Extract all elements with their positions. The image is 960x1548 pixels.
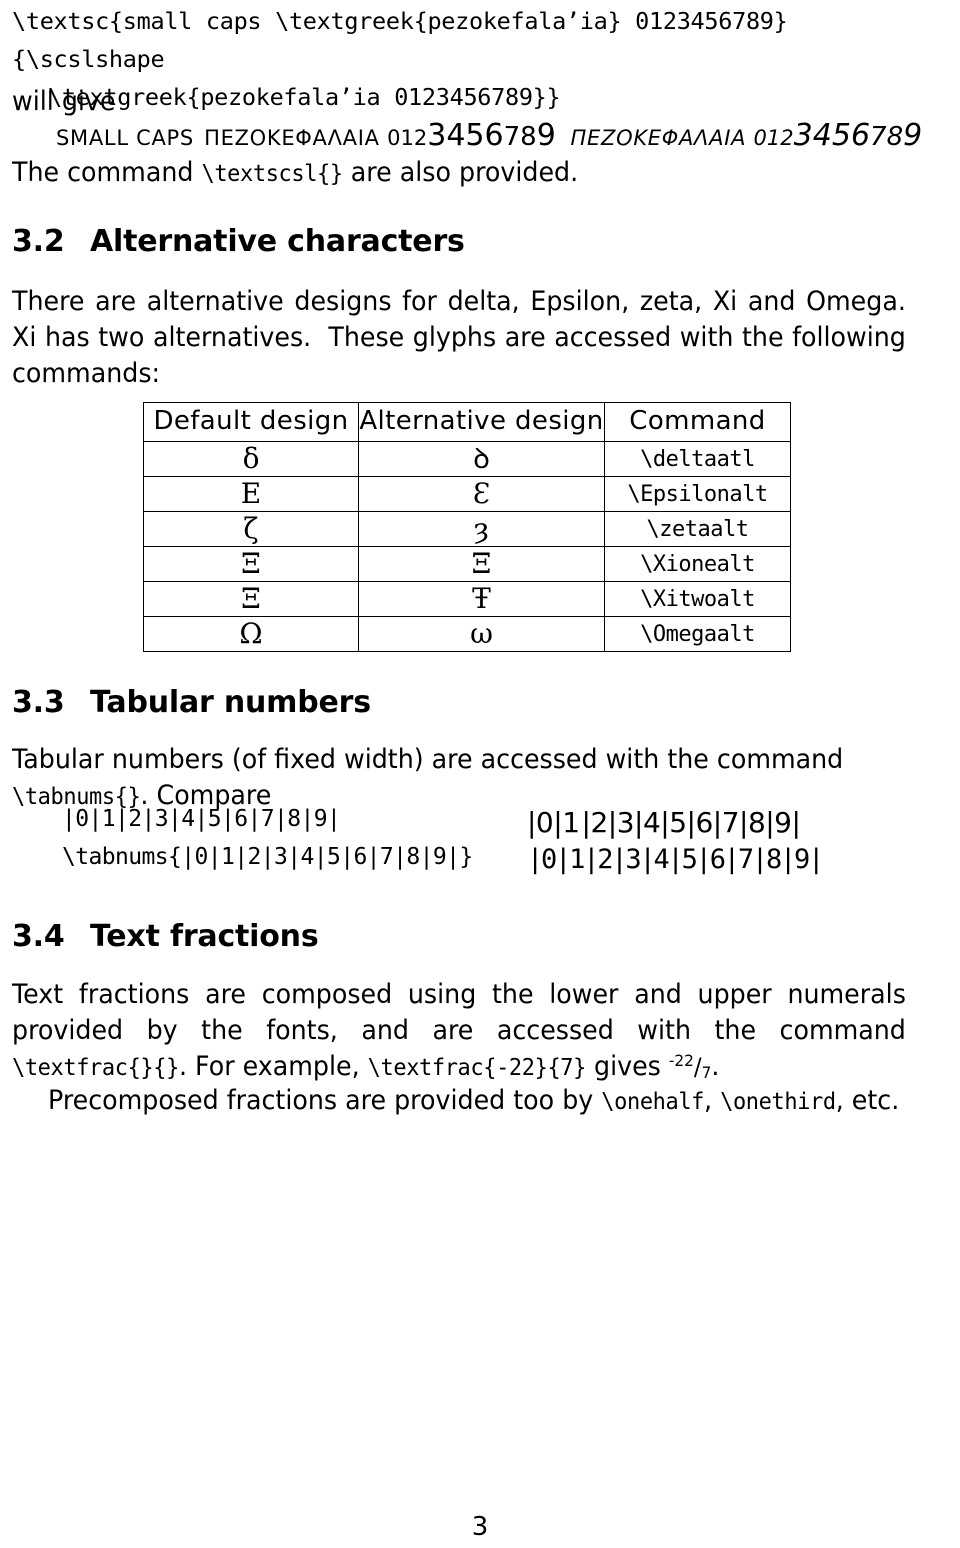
textfrac-text-c: gives	[585, 1051, 669, 1083]
onehalf-command: \onehalf	[601, 1089, 705, 1115]
tabular-numbers-demo-row-2: \tabnums{|0|1|2|3|4|5|6|7|8|9|} |0|1|2|3…	[0, 844, 960, 884]
heading-3-4-number: 3.4	[12, 919, 65, 954]
tabnums-text-before: Tabular numbers (of fixed width) are acc…	[12, 744, 852, 775]
glyph-table-header-default: Default design	[143, 402, 359, 442]
glyph-command: \Omegaalt	[604, 616, 791, 652]
precomposed-text-c: , etc.	[835, 1085, 900, 1116]
numbers-source-tabnums: \tabnums{|0|1|2|3|4|5|6|7|8|9|}	[62, 844, 473, 870]
table-row: Ξ Ŧ \Xitwoalt	[143, 581, 791, 617]
glyph-table: Default design Alternative design Comman…	[143, 402, 791, 652]
textfrac-text-d: .	[711, 1051, 720, 1083]
paragraph-text-fractions-1: Text fractions are composed using the lo…	[12, 977, 906, 1085]
textfrac-command-example: \textfrac{-22}{7}	[367, 1055, 587, 1082]
textfrac-command-generic: \textfrac{}{}	[12, 1055, 179, 1082]
glyph-alternative: ꝺ	[358, 441, 605, 477]
heading-3-2-number: 3.2	[12, 224, 65, 259]
precomposed-text-a: Precomposed fractions are provided too b…	[48, 1085, 602, 1116]
paragraph-alternative-characters: There are alternative designs for delta,…	[12, 286, 914, 390]
glyph-table-header-command: Command	[604, 402, 791, 442]
glyph-command: \Xitwoalt	[604, 581, 791, 617]
textscsl-note-before: The command	[12, 157, 202, 188]
smallcaps-sample-digits: 0123456789	[387, 118, 556, 153]
fraction-denominator: 7	[701, 1063, 712, 1083]
tabular-numbers-demo: |0|1|2|3|4|5|6|7|8|9| |0|1|2|3|4|5|6|7|8…	[0, 806, 960, 888]
page-number: 3	[471, 1512, 489, 1542]
glyph-default: δ	[143, 441, 359, 477]
heading-3-3: 3.3 Tabular numbers	[12, 683, 712, 723]
glyph-table-head: Default design Alternative design Comman…	[143, 402, 791, 442]
glyph-table-header-row: Default design Alternative design Comman…	[143, 402, 791, 442]
heading-3-4-title: Text fractions	[90, 919, 319, 954]
smallcaps-sample-digits-slanted: 0123456789	[753, 118, 923, 153]
glyph-command: \deltaatl	[604, 441, 791, 477]
document-page: \textsc{small caps \textgreek{pezokefala…	[0, 0, 960, 1548]
glyph-command: \zetaalt	[604, 511, 791, 547]
precomposed-text-b: ,	[704, 1085, 721, 1116]
heading-3-3-title: Tabular numbers	[90, 685, 371, 720]
heading-3-2-title: Alternative characters	[90, 224, 465, 259]
numbers-result-proportional: |0|1|2|3|4|5|6|7|8|9|	[527, 806, 801, 839]
textscsl-note-after: are also provided.	[342, 157, 579, 188]
glyph-alternative: ω	[358, 616, 605, 652]
textscsl-command: \textscsl{}	[201, 161, 343, 187]
code-listing-line-1: \textsc{small caps \textgreek{pezokefala…	[12, 7, 802, 74]
glyph-table-body: δ ꝺ \deltaatl E Ɛ \Epsilonalt ζ ȝ \zetaa…	[143, 441, 791, 652]
glyph-alternative: Ξ	[358, 546, 605, 582]
textfrac-text-b: . For example,	[178, 1051, 368, 1083]
smallcaps-sample-greek-slanted: ΠΕΖΟΚΕΦΑΛΑΙΑ	[570, 126, 747, 150]
smallcaps-sample-greek: ΠΕΖΟΚΕΦΑΛΑΙΑ	[204, 126, 380, 150]
heading-3-3-number: 3.3	[12, 685, 65, 720]
table-row: ζ ȝ \zetaalt	[143, 511, 791, 547]
glyph-alternative: ȝ	[358, 511, 605, 547]
numbers-source-default: |0|1|2|3|4|5|6|7|8|9|	[62, 806, 341, 832]
smallcaps-sample-latin: SMALL CAPS	[56, 126, 194, 150]
fraction-example: -22/7	[669, 1049, 711, 1085]
paragraph-tabular-numbers: Tabular numbers (of fixed width) are acc…	[12, 742, 914, 814]
heading-3-2: 3.2 Alternative characters	[12, 222, 712, 262]
onethird-command: \onethird	[720, 1089, 836, 1115]
textscsl-note: The command \textscsl{} are also provide…	[12, 155, 900, 191]
glyph-alternative: Ŧ	[358, 581, 605, 617]
table-row: Ω ω \Omegaalt	[143, 616, 791, 652]
glyph-default: Ξ	[143, 546, 359, 582]
glyph-default: ζ	[143, 511, 359, 547]
glyph-default: Ξ	[143, 581, 359, 617]
numbers-result-tabular: |0|1|2|3|4|5|6|7|8|9|	[527, 844, 824, 875]
will-give-label: will give	[12, 86, 116, 117]
table-row: E Ɛ \Epsilonalt	[143, 476, 791, 512]
heading-3-4: 3.4 Text fractions	[12, 917, 712, 957]
fraction-slash: /	[693, 1053, 702, 1082]
fraction-numerator: -22	[668, 1051, 694, 1071]
table-row: δ ꝺ \deltaatl	[143, 441, 791, 477]
paragraph-text-fractions-2: Precomposed fractions are provided too b…	[48, 1083, 908, 1119]
glyph-command: \Epsilonalt	[604, 476, 791, 512]
textfrac-text-a: Text fractions are composed using the lo…	[12, 979, 914, 1047]
glyph-table-header-alternative: Alternative design	[358, 402, 605, 442]
table-row: Ξ Ξ \Xionealt	[143, 546, 791, 582]
glyph-default: E	[143, 476, 359, 512]
smallcaps-sample-line: SMALL CAPS ΠΕΖΟΚΕΦΑΛΑΙΑ 0123456789 ΠΕΖΟΚ…	[56, 118, 936, 153]
glyph-command: \Xionealt	[604, 546, 791, 582]
glyph-default: Ω	[143, 616, 359, 652]
glyph-alternative: Ɛ	[358, 476, 605, 512]
tabular-numbers-demo-row-1: |0|1|2|3|4|5|6|7|8|9| |0|1|2|3|4|5|6|7|8…	[0, 806, 960, 846]
